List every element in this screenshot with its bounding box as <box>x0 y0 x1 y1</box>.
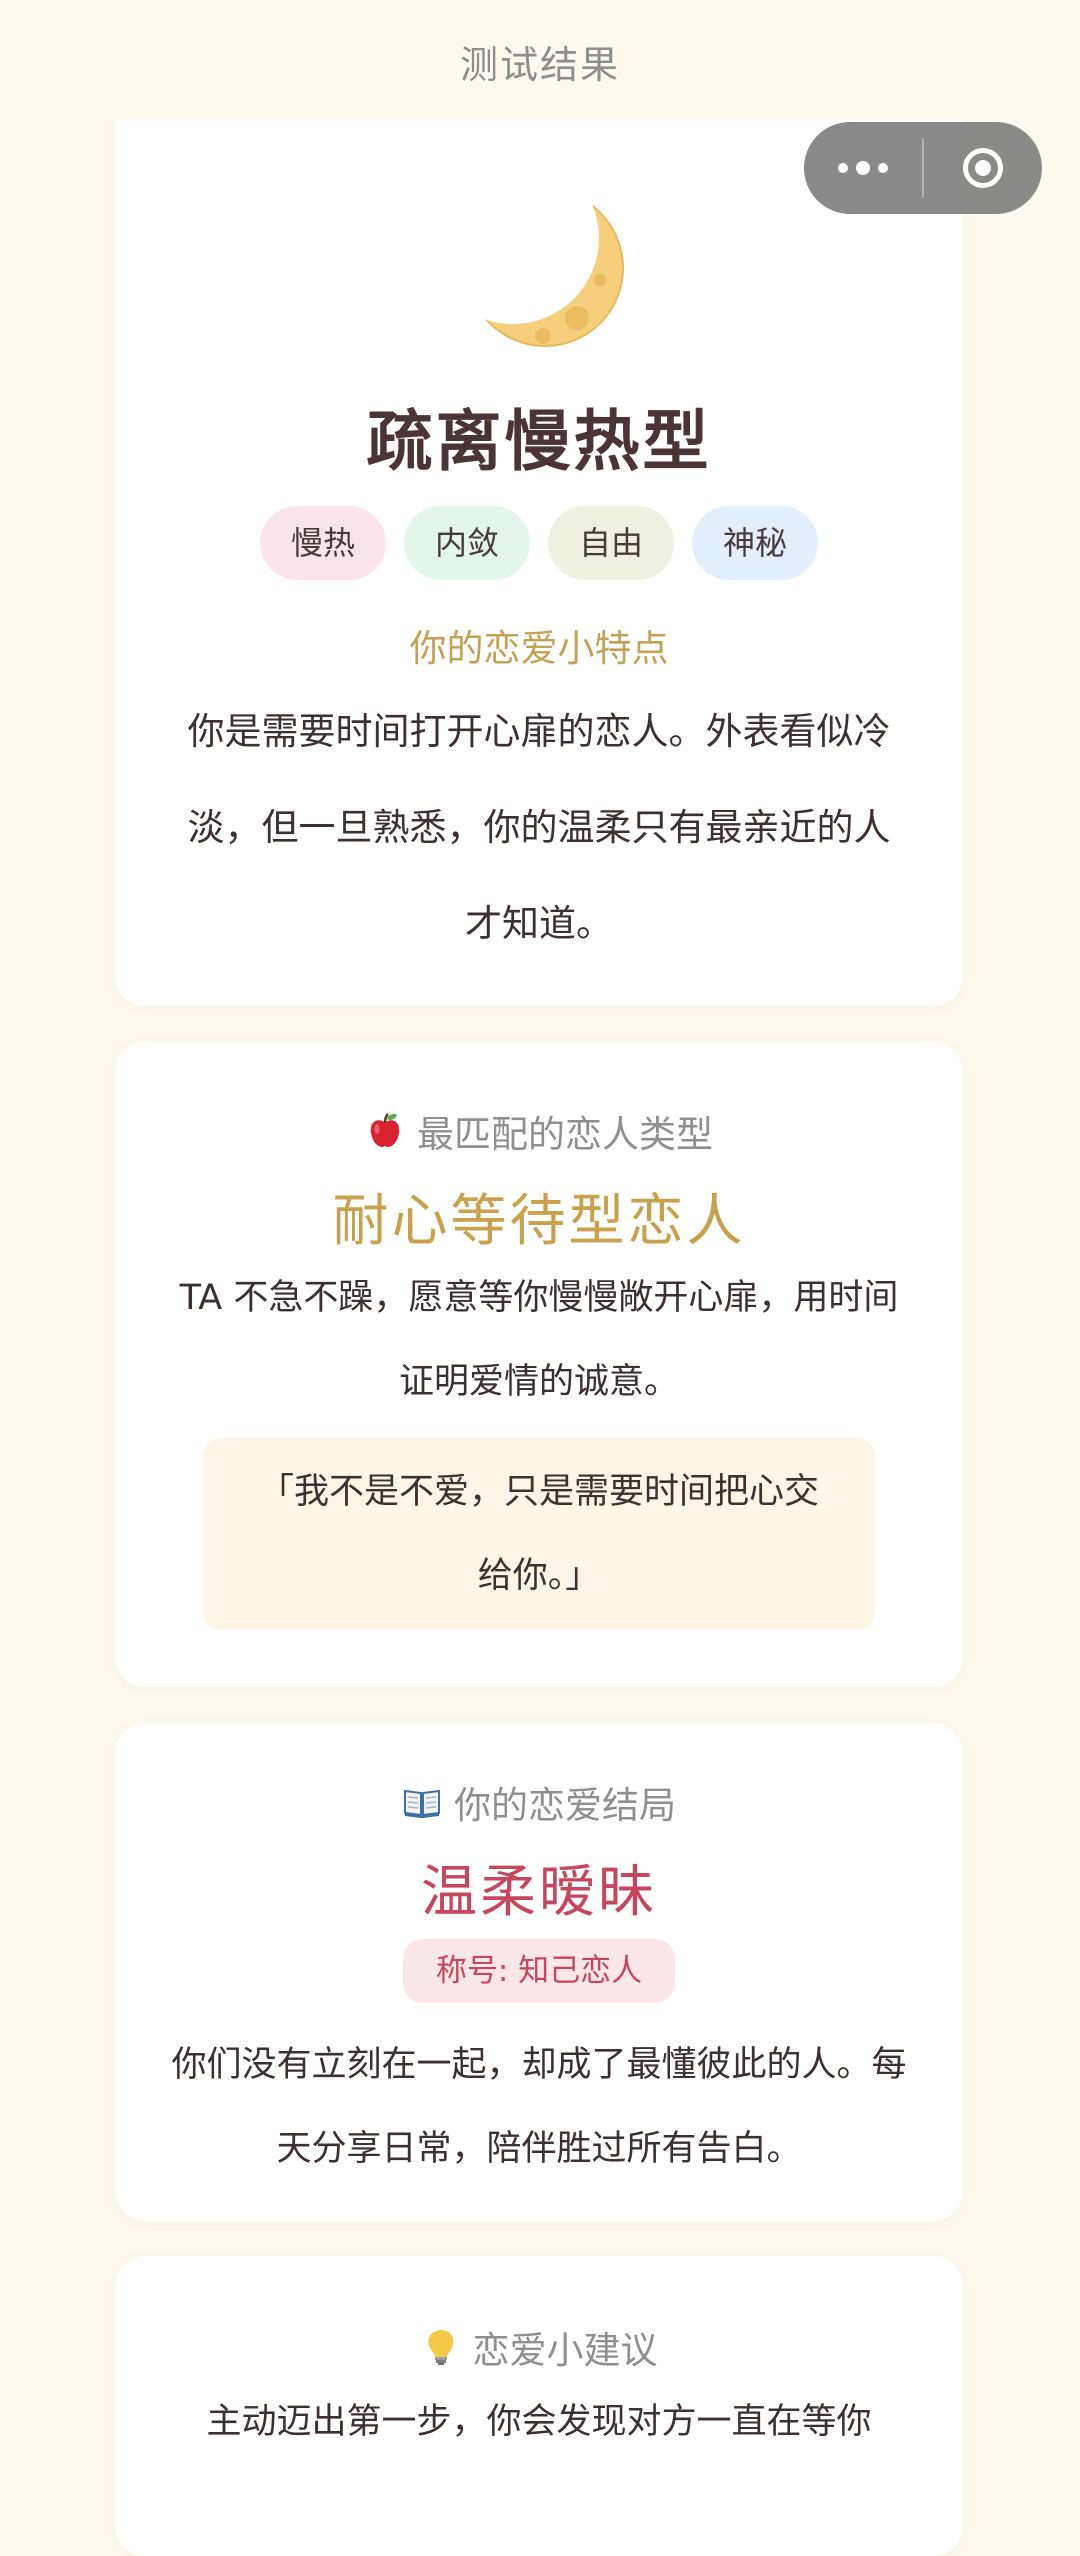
advice-heading: 恋爱小建议 <box>115 2320 963 2374</box>
best-match-card: 最匹配的恋人类型 耐心等待型恋人 TA 不急不躁，愿意等你慢慢敞开心扉，用时间证… <box>115 1042 963 1687</box>
trait-tag: 慢热 <box>260 506 386 580</box>
love-ending-card: 你的恋爱结局 温柔暧昧 称号: 知己恋人 你们没有立刻在一起，却成了最懂彼此的人… <box>115 1723 963 2221</box>
open-book-icon <box>404 1789 440 1818</box>
title-badge: 称号: 知己恋人 <box>403 1939 675 2003</box>
love-ending-title: 温柔暧昧 <box>421 1860 657 1925</box>
best-match-description: TA 不急不躁，愿意等你慢慢敞开心扉，用时间证明爱情的诚意。 <box>179 1278 899 1402</box>
advice-text: 主动迈出第一步，你会发现对方一直在等你 <box>206 2402 872 2442</box>
traits-heading: 你的恋爱小特点 <box>409 627 669 670</box>
best-match-type: 耐心等待型恋人 <box>332 1189 746 1254</box>
apple-icon <box>370 1113 400 1147</box>
crescent-moon-icon <box>466 189 624 347</box>
trait-tag: 自由 <box>548 506 674 580</box>
love-ending-description: 你们没有立刻在一起，却成了最懂彼此的人。每天分享日常，陪伴胜过所有告白。 <box>171 2045 907 2169</box>
best-match-heading: 最匹配的恋人类型 <box>115 1104 963 1158</box>
best-match-heading-text: 最匹配的恋人类型 <box>417 1113 713 1156</box>
mini-program-capsule <box>804 122 1042 214</box>
trait-tag: 神秘 <box>692 506 818 580</box>
light-bulb-icon <box>428 2330 453 2365</box>
result-type-title: 疏离慢热型 <box>366 403 712 480</box>
love-ending-heading-text: 你的恋爱结局 <box>454 1784 676 1827</box>
best-match-quote: 「我不是不爱，只是需要时间把心交给你。」 <box>203 1438 875 1630</box>
top-navigation-bar: 测试结果 <box>0 0 1080 120</box>
advice-heading-text: 恋爱小建议 <box>472 2329 658 2372</box>
trait-tags: 慢热 内敛 自由 神秘 <box>115 506 963 580</box>
more-dots-icon[interactable] <box>804 122 922 214</box>
page-title: 测试结果 <box>459 43 620 87</box>
trait-tag: 内敛 <box>404 506 530 580</box>
traits-description: 你是需要时间打开心扉的恋人。外表看似冷淡，但一旦熟悉，你的温柔只有最亲近的人才知… <box>187 710 891 945</box>
advice-card: 恋爱小建议 主动迈出第一步，你会发现对方一直在等你 <box>115 2256 963 2556</box>
love-ending-heading: 你的恋爱结局 <box>115 1775 963 1829</box>
mini-program-close-icon[interactable] <box>924 122 1042 214</box>
